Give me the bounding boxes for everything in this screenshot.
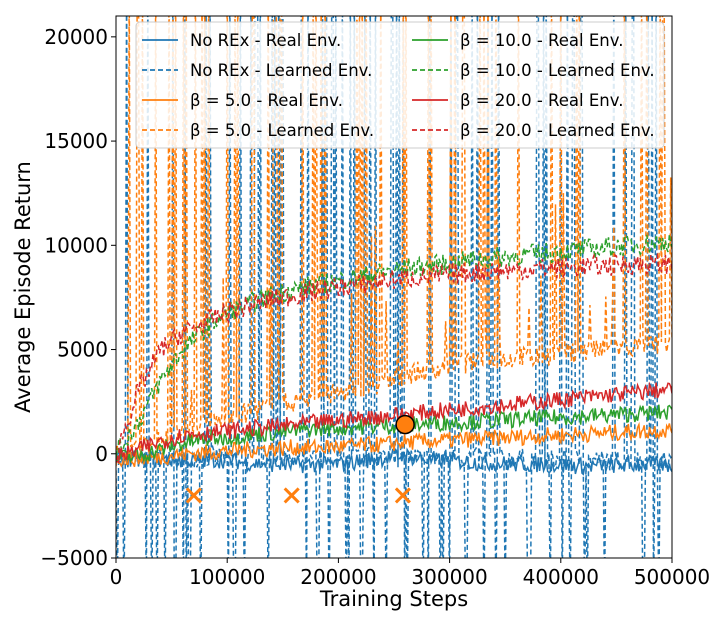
legend-label: No REx - Real Env. xyxy=(190,31,341,50)
x-tick-label: 200000 xyxy=(300,565,376,589)
x-axis-title: Training Steps xyxy=(319,587,468,611)
legend-label: β = 10.0 - Learned Env. xyxy=(460,61,655,80)
x-tick-label: 0 xyxy=(110,565,123,589)
circle-marker-3 xyxy=(395,414,415,435)
x-tick-label: 300000 xyxy=(411,565,487,589)
y-tick-label: −5000 xyxy=(40,546,108,570)
y-axis-ticks: −5000 0 5000 10000 15000 20000 xyxy=(40,25,116,570)
y-axis-title: Average Episode Return xyxy=(11,161,35,413)
y-tick-label: 10000 xyxy=(44,233,108,257)
y-tick-label: 0 xyxy=(95,442,108,466)
y-tick-label: 15000 xyxy=(44,129,108,153)
legend-label: β = 20.0 - Real Env. xyxy=(460,91,623,110)
legend-label: β = 10.0 - Real Env. xyxy=(460,31,623,50)
legend-label: β = 5.0 - Learned Env. xyxy=(190,121,374,140)
x-marker-0 xyxy=(185,487,202,504)
legend: No REx - Real Env. No REx - Learned Env. β… xyxy=(135,21,665,149)
legend-label: β = 5.0 - Real Env. xyxy=(190,91,343,110)
x-axis-ticks: 0 100000 200000 300000 400000 500000 xyxy=(110,558,710,589)
x-tick-label: 100000 xyxy=(189,565,265,589)
y-tick-label: 5000 xyxy=(57,338,108,362)
y-tick-label: 20000 xyxy=(44,25,108,49)
line-chart: 0 100000 200000 300000 400000 500000 −5000050… xyxy=(11,15,710,611)
x-marker-2 xyxy=(394,487,411,504)
x-tick-label: 400000 xyxy=(523,565,599,589)
legend-label: No REx - Learned Env. xyxy=(190,61,372,80)
x-marker-1 xyxy=(283,487,300,504)
legend-label: β = 20.0 - Learned Env. xyxy=(460,121,655,140)
x-tick-label: 500000 xyxy=(634,565,710,589)
